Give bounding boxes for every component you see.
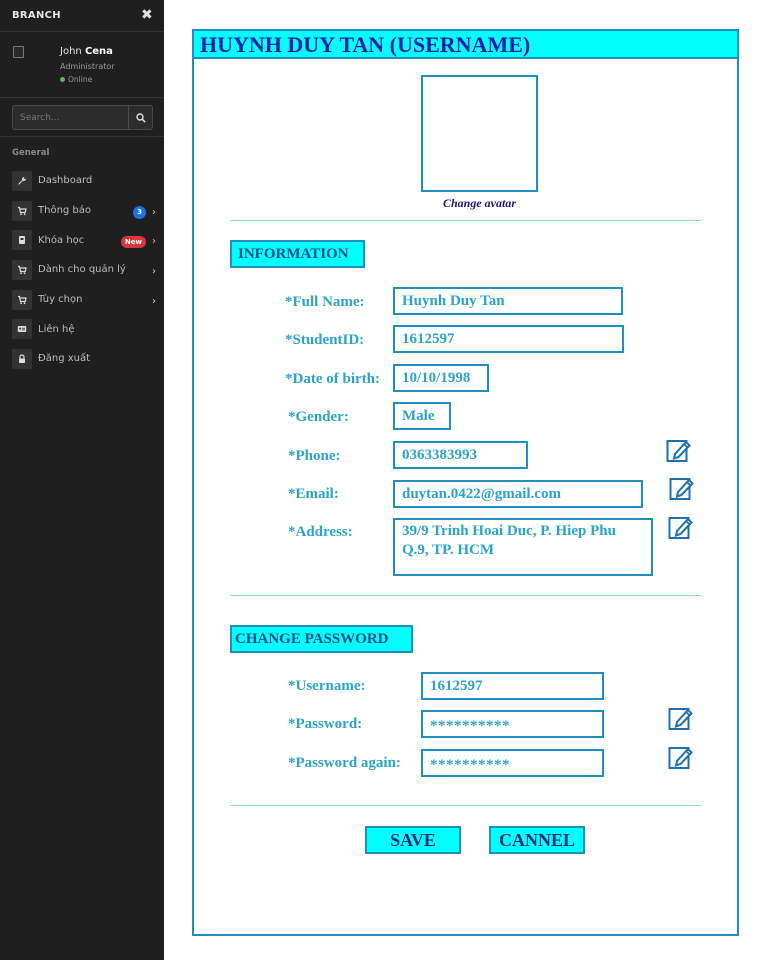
search-button[interactable] (128, 106, 152, 129)
password-again-label: *Password again: (288, 755, 401, 771)
dob-field[interactable]: 10/10/1998 (393, 364, 489, 392)
address-field[interactable]: 39/9 Trinh Hoai Duc, P. Hiep Phu Q.9, TP… (393, 518, 653, 576)
save-button[interactable]: SAVE (365, 826, 461, 854)
nav-section-label: General (12, 148, 50, 158)
phone-field[interactable]: 0363383993 (393, 441, 528, 469)
information-header: INFORMATION (230, 240, 365, 268)
sidebar-item-dang-xuat[interactable]: Đăng xuất (0, 344, 164, 374)
online-dot-icon (60, 77, 65, 82)
avatar-placeholder[interactable] (421, 75, 538, 192)
email-field[interactable]: duytan.0422@gmail.com (393, 480, 643, 508)
sidebar-item-dashboard[interactable]: Dashboard (0, 166, 164, 196)
sidebar-item-label: Dành cho quản lý (38, 264, 126, 276)
user-name: John Cena (60, 46, 113, 57)
password-field[interactable]: ********** (421, 710, 604, 738)
sidebar-item-label: Tùy chọn (38, 294, 83, 306)
full-name-label: *Full Name: (285, 294, 365, 310)
username-label: *Username: (288, 678, 366, 694)
user-last-name: Cena (84, 46, 113, 57)
cart-icon (12, 289, 32, 310)
edit-phone-icon[interactable] (666, 437, 692, 463)
user-first-name: John (60, 46, 82, 57)
divider (0, 136, 164, 137)
edit-email-icon[interactable] (669, 475, 695, 501)
email-label: *Email: (288, 486, 339, 502)
edit-password-icon[interactable] (668, 705, 694, 731)
avatar (13, 46, 53, 86)
full-name-field[interactable]: Huynh Duy Tan (393, 287, 623, 315)
lock-icon (12, 348, 32, 369)
edit-address-icon[interactable] (668, 514, 694, 540)
change-avatar-link[interactable]: Change avatar (421, 196, 538, 211)
brand-title: BRANCH (12, 10, 61, 21)
sidebar-item-thong-bao[interactable]: Thông báo 3 › (0, 196, 164, 226)
password-again-field[interactable]: ********** (421, 749, 604, 777)
sidebar: BRANCH ✖ John Cena Administrator Online … (0, 0, 164, 960)
edit-password-again-icon[interactable] (668, 744, 694, 770)
username-field[interactable]: 1612597 (421, 672, 604, 700)
sidebar-item-label: Dashboard (38, 175, 93, 187)
divider (230, 595, 701, 596)
notification-count-badge: 3 (133, 205, 146, 219)
search-input[interactable] (13, 106, 128, 129)
sidebar-item-label: Đăng xuất (38, 353, 91, 365)
new-badge: New (120, 235, 146, 248)
cart-icon (12, 200, 32, 221)
user-status: Online (60, 75, 92, 84)
gender-field[interactable]: Male (393, 402, 451, 430)
dob-label: *Date of birth: (285, 371, 380, 387)
sidebar-item-label: Thông báo (38, 205, 92, 217)
sidebar-item-tuy-chon[interactable]: Tùy chọn › (0, 285, 164, 315)
sidebar-nav: Dashboard Thông báo 3 › Khóa học New › D… (0, 166, 164, 374)
cart-icon (12, 259, 32, 280)
address-label: *Address: (288, 524, 353, 540)
student-id-field[interactable]: 1612597 (393, 325, 624, 353)
sidebar-item-label: Liên hệ (38, 323, 75, 335)
phone-label: *Phone: (288, 448, 341, 464)
chevron-right-icon: › (152, 265, 156, 277)
gender-label: *Gender: (288, 409, 349, 425)
sidebar-item-label: Khóa học (38, 234, 85, 246)
search-box (12, 105, 153, 130)
student-id-label: *StudentID: (285, 332, 365, 348)
divider (0, 97, 164, 98)
chevron-right-icon: › (152, 295, 156, 307)
title-bar: HUYNH DUY TAN (USERNAME) (194, 31, 737, 59)
change-password-header: CHANGE PASSWORD (230, 625, 413, 653)
divider (230, 220, 701, 221)
divider (0, 31, 164, 32)
sidebar-item-khoa-hoc[interactable]: Khóa học New › (0, 225, 164, 255)
sidebar-item-danh-cho-quan-ly[interactable]: Dành cho quản lý › (0, 255, 164, 285)
divider (230, 805, 701, 806)
broken-image-icon (13, 46, 24, 58)
chevron-right-icon: › (152, 236, 156, 248)
user-status-text: Online (68, 75, 93, 84)
close-icon[interactable]: ✖ (141, 7, 153, 23)
cancel-button[interactable]: CANNEL (489, 826, 585, 854)
sidebar-item-lien-he[interactable]: Liên hệ (0, 314, 164, 344)
search-icon (135, 112, 146, 123)
id-card-icon (12, 319, 32, 340)
book-icon (12, 230, 32, 251)
page-title: HUYNH DUY TAN (USERNAME) (200, 32, 531, 57)
chevron-right-icon: › (152, 206, 156, 218)
wrench-icon (12, 170, 32, 191)
user-role: Administrator (60, 62, 115, 71)
password-label: *Password: (288, 716, 363, 732)
